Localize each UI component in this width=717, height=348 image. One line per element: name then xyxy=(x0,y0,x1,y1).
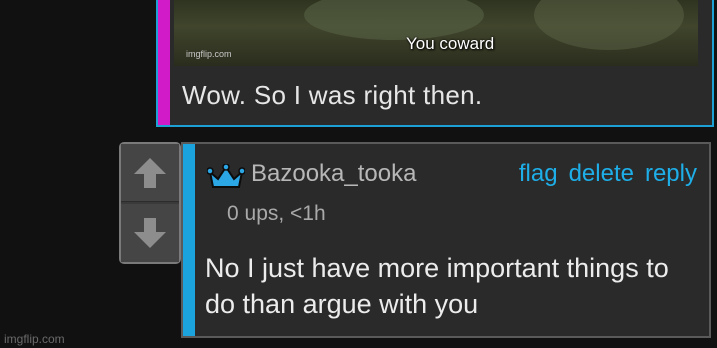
delete-link[interactable]: delete xyxy=(569,160,634,188)
parent-comment: imgflip.com You coward Wow. So I was rig… xyxy=(156,0,714,127)
comment-actions: flag delete reply xyxy=(519,160,697,188)
meme-texture-right xyxy=(534,0,684,50)
meme-image[interactable]: imgflip.com You coward xyxy=(174,0,698,66)
upvote-button[interactable] xyxy=(121,144,179,202)
flag-link[interactable]: flag xyxy=(519,160,558,188)
reply-link[interactable]: reply xyxy=(645,160,697,188)
reply-accent-bar xyxy=(183,144,195,336)
downvote-button[interactable] xyxy=(121,204,179,262)
arrow-down-icon xyxy=(134,218,166,248)
username-link[interactable]: Bazooka_tooka xyxy=(251,160,416,188)
vote-widget xyxy=(119,142,181,264)
reply-comment-text: No I just have more important things to … xyxy=(205,253,669,319)
parent-comment-text: Wow. So I was right then. xyxy=(182,80,483,110)
arrow-up-icon xyxy=(134,157,166,188)
comment-meta: 0 ups, <1h xyxy=(227,202,326,225)
reply-comment: Bazooka_tooka flag delete reply 0 ups, <… xyxy=(181,142,711,338)
crown-icon xyxy=(207,164,245,188)
site-watermark: imgflip.com xyxy=(4,332,65,346)
meme-watermark: imgflip.com xyxy=(186,49,232,59)
meme-caption: You coward xyxy=(406,34,495,53)
parent-accent-bar xyxy=(158,0,170,125)
